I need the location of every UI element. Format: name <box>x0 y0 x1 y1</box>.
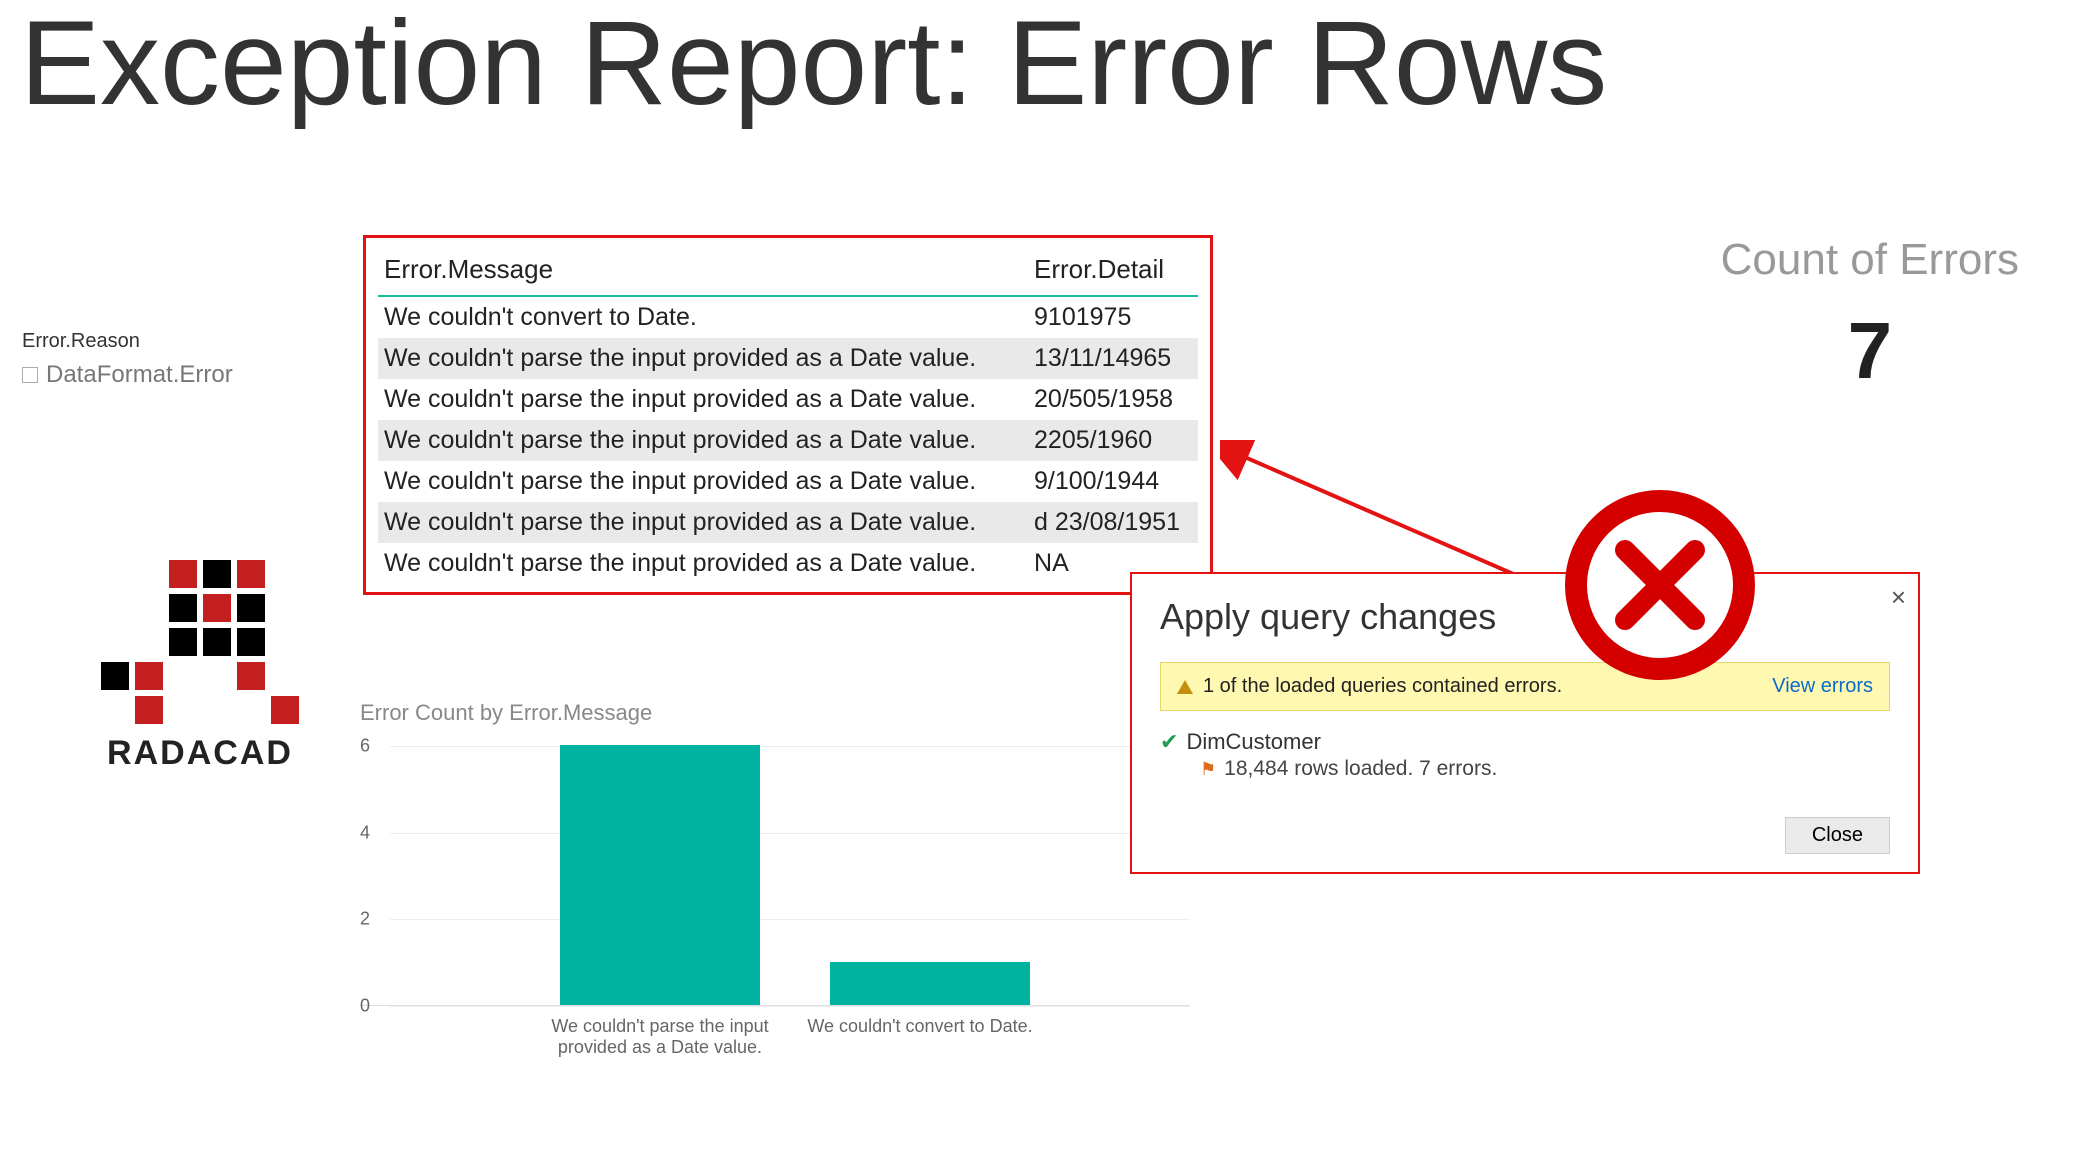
slicer-item-label: DataFormat.Error <box>46 361 233 389</box>
flag-icon: ⚑ <box>1200 759 1216 780</box>
error-count-chart: Error Count by Error.Message 0 2 4 6 We cou… <box>360 700 1190 1058</box>
slicer-item[interactable]: DataFormat.Error <box>22 361 233 389</box>
cell-message: We couldn't convert to Date. <box>378 296 1028 338</box>
chart-xtick: We couldn't convert to Date. <box>790 1016 1050 1058</box>
chart-bar[interactable] <box>830 962 1030 1005</box>
chart-bar[interactable] <box>560 745 760 1005</box>
radacad-logo: RADACAD <box>60 560 340 773</box>
table-row[interactable]: We couldn't parse the input provided as … <box>378 502 1198 543</box>
close-button[interactable]: Close <box>1785 817 1890 854</box>
cell-detail: 9/100/1944 <box>1028 461 1198 502</box>
cell-detail: 13/11/14965 <box>1028 338 1198 379</box>
view-errors-link[interactable]: View errors <box>1772 675 1873 698</box>
col-header-detail[interactable]: Error.Detail <box>1028 246 1198 296</box>
table-row[interactable]: We couldn't parse the input provided as … <box>378 420 1198 461</box>
warning-text: 1 of the loaded queries contained errors… <box>1203 675 1562 698</box>
chart-ytick: 6 <box>360 736 370 757</box>
warning-icon <box>1177 680 1193 694</box>
count-value: 7 <box>1721 305 2019 397</box>
table-row[interactable]: We couldn't parse the input provided as … <box>378 379 1198 420</box>
chart-title: Error Count by Error.Message <box>360 700 1190 726</box>
chart-ytick: 2 <box>360 909 370 930</box>
dialog-title: Apply query changes <box>1160 596 1890 638</box>
chart-xtick: We couldn't parse the input provided as … <box>530 1016 790 1058</box>
cell-message: We couldn't parse the input provided as … <box>378 461 1028 502</box>
cell-message: We couldn't parse the input provided as … <box>378 502 1028 543</box>
col-header-message[interactable]: Error.Message <box>378 246 1028 296</box>
cell-detail: 20/505/1958 <box>1028 379 1198 420</box>
cell-message: We couldn't parse the input provided as … <box>378 379 1028 420</box>
logo-icon <box>60 560 340 724</box>
table-row[interactable]: We couldn't convert to Date.9101975 <box>378 296 1198 338</box>
apply-query-changes-dialog: × Apply query changes 1 of the loaded qu… <box>1130 572 1920 874</box>
table-row[interactable]: We couldn't parse the input provided as … <box>378 461 1198 502</box>
error-x-icon <box>1565 490 1755 680</box>
cell-detail: 9101975 <box>1028 296 1198 338</box>
chart-ytick: 0 <box>360 996 370 1017</box>
page-title: Exception Report: Error Rows <box>0 0 2079 126</box>
query-row: ✔ DimCustomer <box>1160 729 1890 755</box>
close-icon[interactable]: × <box>1891 582 1906 613</box>
cell-detail: d 23/08/1951 <box>1028 502 1198 543</box>
count-label: Count of Errors <box>1721 235 2019 285</box>
cell-message: We couldn't parse the input provided as … <box>378 338 1028 379</box>
error-reason-slicer: Error.Reason DataFormat.Error <box>22 330 233 389</box>
error-table: Error.Message Error.Detail We couldn't c… <box>363 235 1213 595</box>
logo-text: RADACAD <box>60 734 340 773</box>
count-of-errors-card: Count of Errors 7 <box>1721 235 2019 397</box>
table-row[interactable]: We couldn't parse the input provided as … <box>378 338 1198 379</box>
cell-message: We couldn't parse the input provided as … <box>378 543 1028 584</box>
query-name: DimCustomer <box>1186 729 1320 755</box>
cell-detail: 2205/1960 <box>1028 420 1198 461</box>
query-status-row: ⚑ 18,484 rows loaded. 7 errors. <box>1200 757 1890 781</box>
table-row[interactable]: We couldn't parse the input provided as … <box>378 543 1198 584</box>
checkbox-icon[interactable] <box>22 367 38 383</box>
check-icon: ✔ <box>1160 729 1178 755</box>
warning-bar: 1 of the loaded queries contained errors… <box>1160 662 1890 711</box>
slicer-label: Error.Reason <box>22 330 233 353</box>
chart-ytick: 4 <box>360 822 370 843</box>
query-status: 18,484 rows loaded. 7 errors. <box>1224 757 1497 781</box>
cell-message: We couldn't parse the input provided as … <box>378 420 1028 461</box>
